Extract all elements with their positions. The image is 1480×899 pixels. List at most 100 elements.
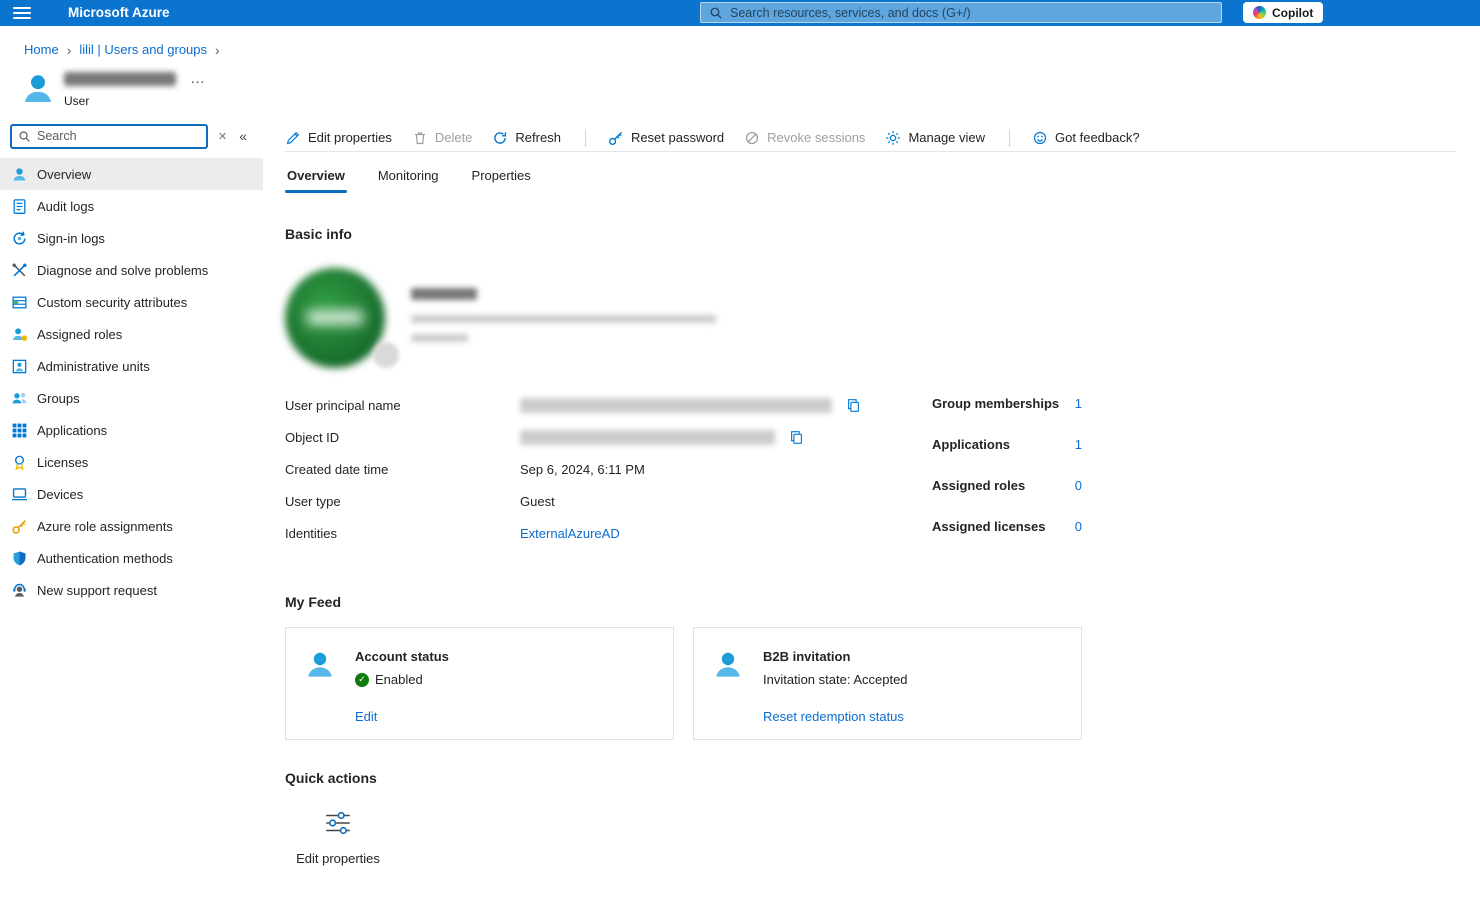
tab-monitoring[interactable]: Monitoring xyxy=(376,166,441,193)
applications-count-link[interactable]: 1 xyxy=(1075,437,1082,452)
breadcrumb-home[interactable]: Home xyxy=(24,42,59,57)
pencil-icon xyxy=(285,130,301,146)
tab-overview[interactable]: Overview xyxy=(285,166,347,193)
feedback-icon xyxy=(1032,130,1048,146)
sidebar-item-sign-in-logs[interactable]: Sign-in logs xyxy=(0,222,263,254)
breadcrumb-chevron-icon: › xyxy=(67,43,72,57)
collapse-sidebar-icon[interactable]: « xyxy=(239,128,247,144)
content: Edit properties Delete Refresh Reset pas… xyxy=(263,124,1480,866)
sidebar-search-input[interactable] xyxy=(37,129,200,143)
tab-bar: Overview Monitoring Properties xyxy=(285,166,1456,193)
copy-icon[interactable] xyxy=(846,398,861,413)
applications-icon xyxy=(11,422,28,439)
sidebar-item-audit-logs[interactable]: Audit logs xyxy=(0,190,263,222)
support-icon xyxy=(11,582,28,599)
breadcrumb-users-and-groups[interactable]: lilil | Users and groups xyxy=(79,42,207,57)
sidebar-item-applications[interactable]: Applications xyxy=(0,414,263,446)
sidebar-item-new-support-request[interactable]: New support request xyxy=(0,574,263,606)
my-feed-cards: Account status ✓ Enabled Edit B2B invita… xyxy=(285,627,1456,740)
quick-actions-title: Quick actions xyxy=(285,770,1456,786)
gear-icon xyxy=(885,130,901,146)
manage-view-button[interactable]: Manage view xyxy=(885,130,985,146)
groups-icon xyxy=(11,390,28,407)
object-id-value-redacted xyxy=(520,430,775,445)
copy-icon[interactable] xyxy=(789,430,804,445)
ban-icon xyxy=(744,130,760,146)
copilot-label: Copilot xyxy=(1272,6,1313,20)
clear-search-icon[interactable]: ✕ xyxy=(218,130,227,143)
page-header: … User xyxy=(20,71,1480,108)
assigned-roles-count-link[interactable]: 0 xyxy=(1075,478,1082,493)
field-object-id: Object ID xyxy=(285,426,885,448)
stat-applications: Applications 1 xyxy=(932,437,1082,452)
sidebar-item-overview[interactable]: Overview xyxy=(0,158,263,190)
breadcrumb-chevron-icon: › xyxy=(215,43,220,57)
overview-person-icon xyxy=(11,166,28,183)
app-title[interactable]: Microsoft Azure xyxy=(68,5,170,20)
identities-link[interactable]: ExternalAzureAD xyxy=(520,526,620,541)
avatar-camera-badge[interactable] xyxy=(373,342,399,368)
sidebar: ✕ « Overview Audit logs Sign-in logs Dia… xyxy=(0,124,263,606)
search-icon xyxy=(18,130,31,143)
page-subtitle: User xyxy=(64,94,206,108)
assigned-licenses-count-link[interactable]: 0 xyxy=(1075,519,1082,534)
person-icon xyxy=(304,649,336,681)
more-button[interactable]: … xyxy=(190,74,206,84)
audit-logs-icon xyxy=(11,198,28,215)
breadcrumb: Home › lilil | Users and groups › xyxy=(0,26,1480,57)
profile-avatar-block xyxy=(285,268,1456,368)
sidebar-item-assigned-roles[interactable]: Assigned roles xyxy=(0,318,263,350)
quick-action-edit-properties[interactable]: Edit properties xyxy=(285,808,391,866)
sidebar-item-azure-role-assignments[interactable]: Azure role assignments xyxy=(0,510,263,542)
tab-properties[interactable]: Properties xyxy=(470,166,533,193)
shield-icon xyxy=(11,550,28,567)
field-identities: Identities ExternalAzureAD xyxy=(285,522,885,544)
refresh-button[interactable]: Refresh xyxy=(492,130,561,146)
invitation-state-value: Invitation state: Accepted xyxy=(763,672,908,687)
sidebar-search[interactable] xyxy=(10,124,208,149)
stat-group-memberships: Group memberships 1 xyxy=(932,396,1082,411)
licenses-icon xyxy=(11,454,28,471)
sidebar-item-licenses[interactable]: Licenses xyxy=(0,446,263,478)
administrative-units-icon xyxy=(11,358,28,375)
got-feedback-button[interactable]: Got feedback? xyxy=(1032,130,1140,146)
menu-icon[interactable] xyxy=(13,7,31,19)
topbar: Microsoft Azure Copilot xyxy=(0,0,1480,26)
devices-icon xyxy=(11,486,28,503)
stat-assigned-licenses: Assigned licenses 0 xyxy=(932,519,1082,534)
sidebar-item-administrative-units[interactable]: Administrative units xyxy=(0,350,263,382)
global-search-input[interactable] xyxy=(730,6,1213,20)
revoke-sessions-button: Revoke sessions xyxy=(744,130,865,146)
basic-info-title: Basic info xyxy=(285,226,1456,242)
card-title: Account status xyxy=(355,649,655,664)
created-date-value: Sep 6, 2024, 6:11 PM xyxy=(520,462,645,477)
group-memberships-count-link[interactable]: 1 xyxy=(1075,396,1082,411)
refresh-icon xyxy=(492,130,508,146)
sidebar-item-groups[interactable]: Groups xyxy=(0,382,263,414)
sidebar-item-authentication-methods[interactable]: Authentication methods xyxy=(0,542,263,574)
divider xyxy=(585,129,586,147)
copilot-button[interactable]: Copilot xyxy=(1243,2,1323,23)
sidebar-item-custom-security-attributes[interactable]: Custom security attributes xyxy=(0,286,263,318)
card-title: B2B invitation xyxy=(763,649,1063,664)
person-icon xyxy=(712,649,744,681)
reset-redemption-status-link[interactable]: Reset redemption status xyxy=(763,709,1063,724)
edit-account-status-link[interactable]: Edit xyxy=(355,709,655,724)
copilot-icon xyxy=(1253,6,1266,19)
edit-properties-button[interactable]: Edit properties xyxy=(285,130,392,146)
stat-assigned-roles: Assigned roles 0 xyxy=(932,478,1082,493)
sidebar-item-diagnose[interactable]: Diagnose and solve problems xyxy=(0,254,263,286)
upn-value-redacted xyxy=(520,398,832,413)
user-avatar-icon xyxy=(20,71,56,107)
sliders-icon xyxy=(323,808,353,838)
b2b-invitation-card: B2B invitation Invitation state: Accepte… xyxy=(693,627,1082,740)
profile-summary-redacted xyxy=(411,288,716,368)
field-created-date-time: Created date time Sep 6, 2024, 6:11 PM xyxy=(285,458,885,480)
trash-icon xyxy=(412,130,428,146)
global-search[interactable] xyxy=(700,2,1222,23)
search-icon xyxy=(709,6,723,20)
diagnose-icon xyxy=(11,262,28,279)
user-type-value: Guest xyxy=(520,494,555,509)
reset-password-button[interactable]: Reset password xyxy=(608,130,724,146)
sidebar-item-devices[interactable]: Devices xyxy=(0,478,263,510)
